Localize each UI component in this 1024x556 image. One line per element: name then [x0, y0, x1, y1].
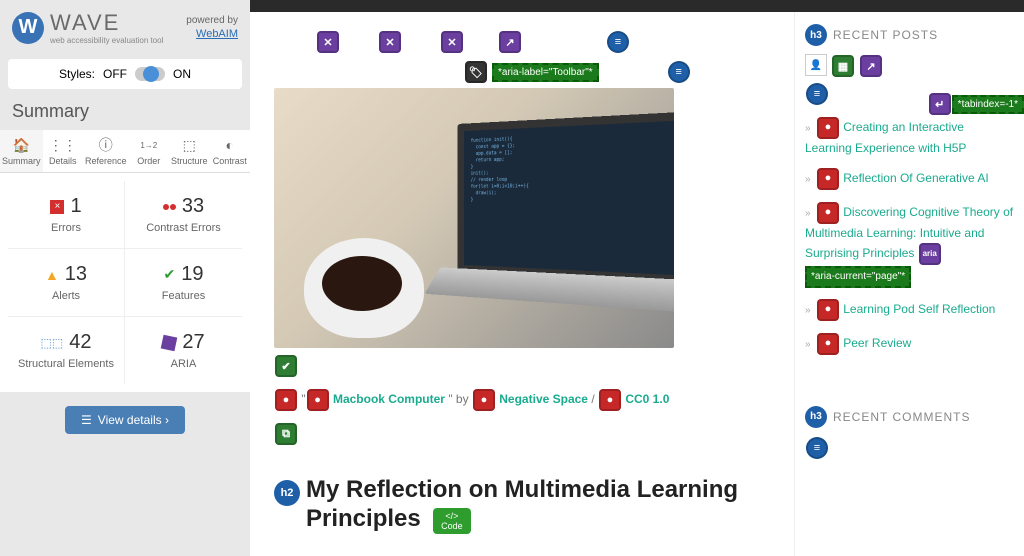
alert-icon: ▲ [45, 267, 59, 283]
list-overlay-icon[interactable]: ≡ [607, 31, 629, 53]
contrast-overlay-icon[interactable]: ● [817, 117, 839, 139]
aria-overlay-icon[interactable]: ↗ [499, 31, 521, 53]
post-link[interactable]: Reflection Of Generative AI [843, 171, 988, 185]
recent-comments-heading: RECENT COMMENTS [833, 410, 970, 424]
main-column: ✕ ✕ ✕ ↗ ≡ 🏷 *aria-label="Toolbar"* ≡ [250, 12, 794, 556]
structural-icon: ⬚⬚ [41, 336, 64, 350]
image-author-link[interactable]: Negative Space [499, 392, 588, 406]
contrast-icon: ◐ [226, 136, 234, 154]
list-icon: ☰ [81, 413, 92, 427]
summary-heading: Summary [0, 93, 250, 130]
structural-nav-icon[interactable]: ✕ [441, 31, 463, 53]
post-link[interactable]: Peer Review [843, 336, 911, 350]
stat-structural[interactable]: ⬚⬚42 Structural Elements [8, 317, 125, 384]
feature-overlay-icon[interactable]: ▦ [832, 55, 854, 77]
page-content: ✕ ✕ ✕ ↗ ≡ 🏷 *aria-label="Toolbar"* ≡ [250, 0, 1024, 556]
brand-tagline: web accessibility evaluation tool [50, 36, 163, 45]
stat-features[interactable]: ✔19 Features [125, 249, 242, 317]
order-icon: 1→2 [140, 136, 157, 154]
list-overlay-icon[interactable]: ≡ [806, 83, 828, 105]
tab-details[interactable]: ⋮⋮Details [43, 130, 83, 172]
home-icon: 🏠 [13, 136, 30, 154]
contrast-overlay-icon[interactable]: ● [275, 389, 297, 411]
image-caption: ● "● Macbook Computer " by ● Negative Sp… [274, 388, 770, 412]
error-icon: × [50, 200, 64, 214]
info-icon: ⓘ [99, 136, 113, 154]
aria-label-icon[interactable]: 🏷 [465, 61, 487, 83]
tabindex-badge: *tabindex=-1* [952, 95, 1024, 114]
stat-alerts[interactable]: ▲13 Alerts [8, 249, 125, 317]
aria-label-badge: *aria-label="Toolbar"* [492, 63, 599, 82]
aria-current-icon[interactable]: aria [919, 243, 941, 265]
article-heading: My Reflection on Multimedia Learning Pri… [306, 476, 738, 532]
stat-contrast[interactable]: 33 Contrast Errors [125, 181, 242, 249]
feature-overlay-icon[interactable]: ⧉ [275, 423, 297, 445]
admin-bar [250, 0, 1024, 12]
list-overlay-icon[interactable]: ≡ [668, 61, 690, 83]
sidebar-header: W WAVE web accessibility evaluation tool… [0, 0, 250, 55]
styles-toggle[interactable] [135, 67, 165, 81]
contrast-overlay-icon[interactable]: ● [817, 299, 839, 321]
view-details-button[interactable]: ☰ View details › [65, 406, 185, 434]
list-overlay-icon[interactable]: ≡ [806, 437, 828, 459]
feature-icon: ✔ [164, 266, 176, 283]
h3-badge-icon[interactable]: h3 [805, 24, 827, 46]
aria-current-badge: *aria-current="page"* [805, 266, 911, 288]
h3-badge-icon[interactable]: h3 [805, 406, 827, 428]
toggle-off-label: OFF [103, 67, 127, 81]
overlay-row-top: ✕ ✕ ✕ ↗ ≡ [274, 30, 770, 54]
contrast-overlay-icon[interactable]: ● [817, 333, 839, 355]
h2-badge-icon[interactable]: h2 [274, 480, 300, 506]
details-icon: ⋮⋮ [49, 136, 77, 154]
contrast-overlay-icon[interactable]: ● [307, 389, 329, 411]
styles-toggle-row: Styles: OFF ON [8, 59, 242, 89]
image-title-link[interactable]: Macbook Computer [333, 392, 445, 406]
structural-nav-icon[interactable]: ✕ [317, 31, 339, 53]
styles-label: Styles: [59, 67, 95, 81]
wave-logo-icon: W [12, 12, 44, 44]
contrast-overlay-icon[interactable]: ● [817, 202, 839, 224]
feature-overlay-icon[interactable]: ✔ [275, 355, 297, 377]
structural-nav-icon[interactable]: ✕ [379, 31, 401, 53]
tabindex-icon[interactable]: ↵ [929, 93, 951, 115]
powered-by-link[interactable]: WebAIM [196, 28, 238, 40]
powered-label: powered by [186, 15, 238, 26]
image-license-link[interactable]: CC0 1.0 [625, 392, 669, 406]
tab-structure[interactable]: ⬚Structure [169, 130, 210, 172]
hero-image: function init(){ const app = {}; app.dat… [274, 88, 674, 348]
tab-order[interactable]: 1→2Order [129, 130, 169, 172]
contrast-overlay-icon[interactable]: ● [599, 389, 621, 411]
aria-icon [161, 334, 178, 351]
toggle-on-label: ON [173, 67, 191, 81]
brand-name: WAVE [50, 10, 163, 36]
tabindex-callout: ↵ *tabindex=-1* [928, 92, 1024, 116]
post-link[interactable]: Learning Pod Self Reflection [843, 302, 995, 316]
tab-contrast[interactable]: ◐Contrast [210, 130, 250, 172]
aria-overlay-icon[interactable]: ↗ [860, 55, 882, 77]
wave-sidebar: W WAVE web accessibility evaluation tool… [0, 0, 250, 556]
right-sidebar: h3 RECENT POSTS 👤 ▦ ↗ ↵ *tabindex=-1* ≡ … [794, 12, 1024, 556]
stat-errors[interactable]: ×1 Errors [8, 181, 125, 249]
code-badge[interactable]: </> Code [433, 508, 471, 534]
contrast-error-icon [163, 204, 176, 210]
contrast-overlay-icon[interactable]: ● [817, 168, 839, 190]
article-heading-row: h2 My Reflection on Multimedia Learning … [274, 476, 770, 534]
stats-grid: ×1 Errors 33 Contrast Errors ▲13 Alerts … [0, 173, 250, 392]
stat-aria[interactable]: 27 ARIA [125, 317, 242, 384]
avatar-icon: 👤 [805, 54, 827, 76]
recent-posts-heading: RECENT POSTS [833, 28, 938, 42]
sidebar-tabs: 🏠Summary ⋮⋮Details ⓘReference 1→2Order ⬚… [0, 130, 250, 173]
structure-icon: ⬚ [183, 136, 196, 154]
tab-summary[interactable]: 🏠Summary [0, 130, 43, 172]
contrast-overlay-icon[interactable]: ● [473, 389, 495, 411]
tab-reference[interactable]: ⓘReference [83, 130, 129, 172]
